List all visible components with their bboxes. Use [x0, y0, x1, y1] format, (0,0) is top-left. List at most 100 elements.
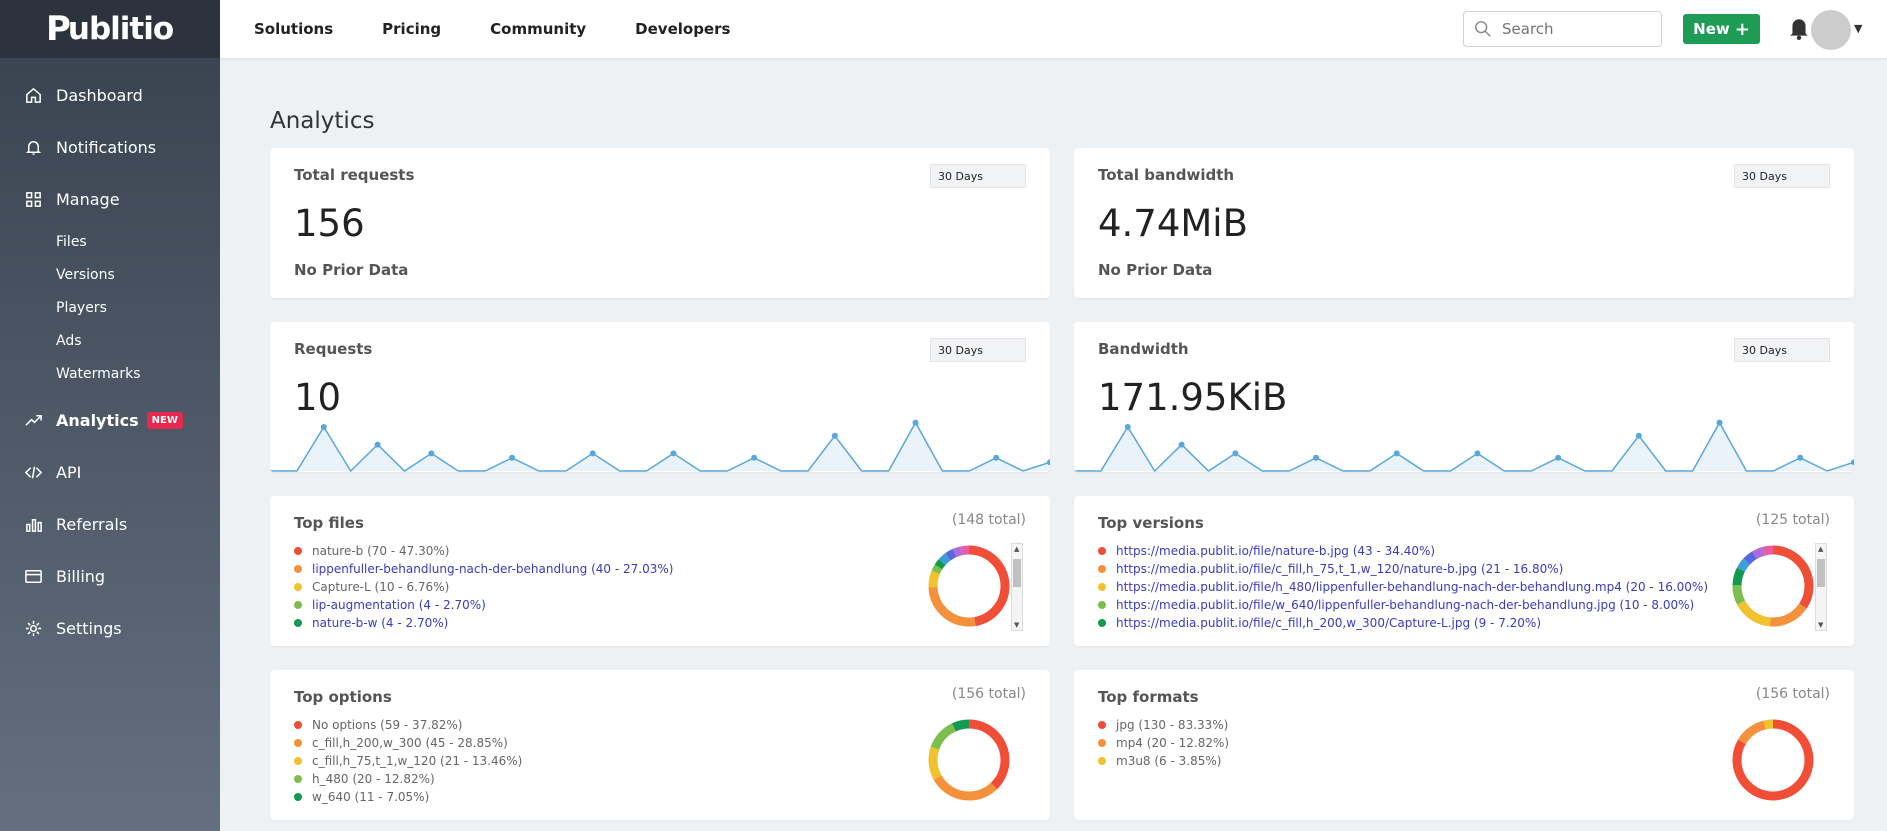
bars-icon — [26, 518, 42, 532]
legend-item: m3u8 (6 - 3.85%) — [1098, 752, 1229, 770]
chevron-down-icon[interactable]: ▼ — [1854, 22, 1862, 35]
range-select[interactable]: 30 Days — [930, 338, 1026, 362]
sparkline-point[interactable] — [1232, 450, 1239, 457]
sparkline-point[interactable] — [589, 450, 596, 457]
sparkline-point[interactable] — [993, 454, 1000, 461]
legend-link[interactable]: https://media.publit.io/file/nature-b.jp… — [1116, 544, 1435, 558]
legend-link[interactable]: lippenfuller-behandlung-nach-der-behandl… — [312, 562, 673, 576]
menu-pricing[interactable]: Pricing — [382, 20, 441, 38]
legend-item: c_fill,h_200,w_300 (45 - 28.85%) — [294, 734, 522, 752]
legend-dot — [1098, 739, 1106, 747]
legend-link[interactable]: nature-b-w (4 - 2.70%) — [312, 616, 448, 630]
sparkline-point[interactable] — [1178, 441, 1185, 448]
menu-community[interactable]: Community — [490, 20, 586, 38]
sparkline-point[interactable] — [1635, 432, 1642, 439]
notification-bell-icon[interactable] — [1788, 16, 1810, 40]
sidebar-item-label: Manage — [56, 189, 120, 209]
top-versions-card: Top versions (125 total) https://media.p… — [1074, 496, 1854, 646]
range-select[interactable]: 30 Days — [1734, 164, 1830, 188]
legend-dot — [1098, 601, 1106, 609]
search-box[interactable] — [1463, 11, 1662, 47]
total-count: (156 total) — [1755, 686, 1830, 702]
sparkline-point[interactable] — [1124, 424, 1131, 430]
total-requests-value: 156 — [294, 202, 365, 245]
sparkline-point[interactable] — [1555, 454, 1562, 461]
legend-link[interactable]: https://media.publit.io/file/c_fill,h_75… — [1116, 562, 1563, 576]
sparkline-point[interactable] — [1716, 419, 1723, 426]
sparkline-point[interactable] — [912, 419, 919, 426]
legend-link[interactable]: lip-augmentation (4 - 2.70%) — [312, 598, 486, 612]
sparkline-point[interactable] — [1797, 454, 1804, 461]
legend-dot — [1098, 565, 1106, 573]
sidebar-item-settings[interactable]: Settings — [0, 602, 220, 654]
avatar[interactable] — [1811, 10, 1851, 50]
plus-icon: + — [1734, 18, 1750, 40]
legend-label: No options (59 - 37.82%) — [312, 718, 463, 732]
sidebar-subitem-files[interactable]: Files — [0, 225, 220, 258]
sidebar-subitem-ads[interactable]: Ads — [0, 324, 220, 357]
total-count: (156 total) — [951, 686, 1026, 702]
top-menu: Solutions Pricing Community Developers — [220, 20, 779, 38]
sidebar-subitem-watermarks[interactable]: Watermarks — [0, 357, 220, 390]
sparkline-point[interactable] — [374, 441, 381, 448]
top-files-legend: nature-b (70 - 47.30%) lippenfuller-behan… — [294, 542, 673, 632]
legend-label: Capture-L (10 - 6.76%) — [312, 580, 450, 594]
scroll-down-icon[interactable]: ▼ — [1818, 621, 1823, 629]
sparkline-point[interactable] — [831, 432, 838, 439]
legend-label: jpg (130 - 83.33%) — [1116, 718, 1229, 732]
legend-item: c_fill,h_75,t_1,w_120 (21 - 13.46%) — [294, 752, 522, 770]
legend-label: mp4 (20 - 12.82%) — [1116, 736, 1230, 750]
legend-dot — [294, 583, 302, 591]
scroll-thumb[interactable] — [1013, 559, 1021, 587]
sparkline-point[interactable] — [670, 450, 677, 457]
scrollbar[interactable]: ▲ ▼ — [1815, 543, 1827, 631]
legend-label: nature-b (70 - 47.30%) — [312, 544, 450, 558]
scroll-thumb[interactable] — [1817, 559, 1825, 587]
brand-logo[interactable]: Publitio — [0, 0, 220, 58]
scrollbar[interactable]: ▲ ▼ — [1011, 543, 1023, 631]
range-select[interactable]: 30 Days — [930, 164, 1026, 188]
sidebar-subitem-players[interactable]: Players — [0, 291, 220, 324]
new-button[interactable]: New + — [1683, 14, 1760, 44]
sidebar-item-dashboard[interactable]: Dashboard — [0, 69, 220, 121]
sparkline-point[interactable] — [1474, 450, 1481, 457]
search-input[interactable] — [1502, 20, 1652, 38]
legend-link[interactable]: https://media.publit.io/file/w_640/lippe… — [1116, 598, 1694, 612]
legend-dot — [294, 547, 302, 555]
sparkline-point[interactable] — [509, 454, 516, 461]
scroll-up-icon[interactable]: ▲ — [1014, 545, 1019, 553]
sidebar-item-manage[interactable]: Manage — [0, 173, 220, 225]
top-versions-donut — [1732, 545, 1814, 627]
scroll-up-icon[interactable]: ▲ — [1818, 545, 1823, 553]
sidebar-item-billing[interactable]: Billing — [0, 550, 220, 602]
sparkline-point[interactable] — [1313, 454, 1320, 461]
legend-item: https://media.publit.io/file/h_480/lippe… — [1098, 578, 1708, 596]
legend-link[interactable]: https://media.publit.io/file/c_fill,h_20… — [1116, 616, 1541, 630]
legend-label: w_640 (11 - 7.05%) — [312, 790, 430, 804]
page-title: Analytics — [270, 108, 375, 134]
legend-item: nature-b-w (4 - 2.70%) — [294, 614, 673, 632]
legend-dot — [1098, 721, 1106, 729]
menu-solutions[interactable]: Solutions — [254, 20, 333, 38]
sidebar-item-api[interactable]: API — [0, 446, 220, 498]
legend-dot — [294, 565, 302, 573]
sparkline-point[interactable] — [320, 424, 327, 430]
sidebar-item-analytics[interactable]: Analytics NEW — [0, 394, 220, 446]
requests-sparkline — [270, 419, 1050, 472]
sparkline-point[interactable] — [751, 454, 758, 461]
sparkline-point[interactable] — [1393, 450, 1400, 457]
legend-link[interactable]: https://media.publit.io/file/h_480/lippe… — [1116, 580, 1708, 594]
grid-icon — [26, 191, 41, 207]
sidebar-item-referrals[interactable]: Referrals — [0, 498, 220, 550]
bandwidth-value: 171.95KiB — [1098, 376, 1288, 419]
range-select[interactable]: 30 Days — [1734, 338, 1830, 362]
legend-dot — [294, 757, 302, 765]
sidebar-item-notifications[interactable]: Notifications — [0, 121, 220, 173]
legend-item: https://media.publit.io/file/c_fill,h_20… — [1098, 614, 1708, 632]
sparkline-point[interactable] — [428, 450, 435, 457]
sidebar-subitem-versions[interactable]: Versions — [0, 258, 220, 291]
scroll-down-icon[interactable]: ▼ — [1014, 621, 1019, 629]
menu-developers[interactable]: Developers — [635, 20, 730, 38]
card-title: Top options — [294, 688, 392, 706]
legend-label: c_fill,h_75,t_1,w_120 (21 - 13.46%) — [312, 754, 523, 768]
